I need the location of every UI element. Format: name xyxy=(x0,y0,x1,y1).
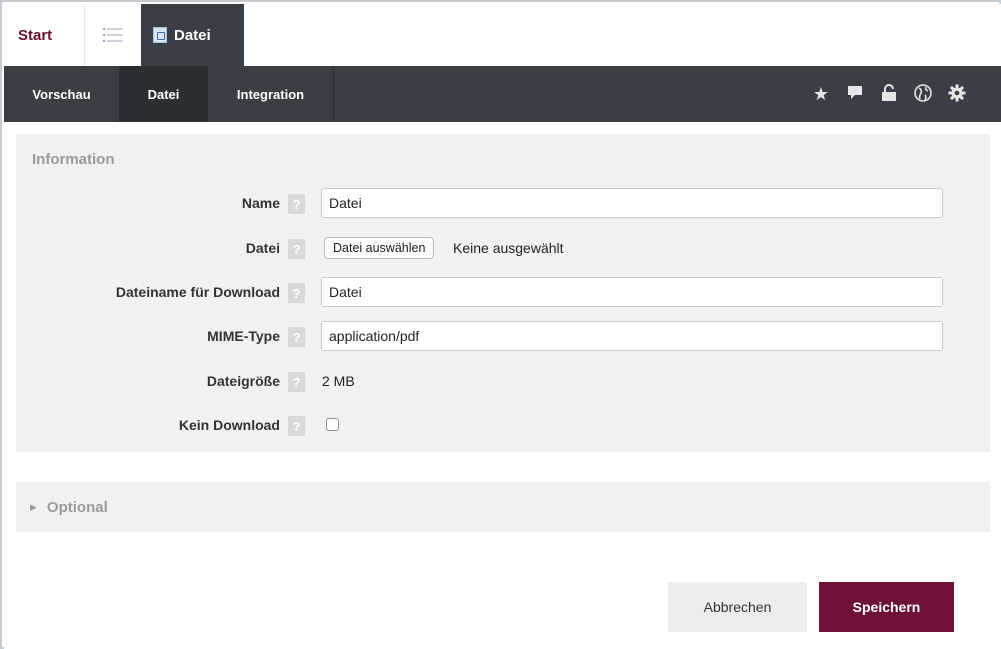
tab-start[interactable]: Start xyxy=(4,4,84,66)
mime-type-input[interactable] xyxy=(321,321,943,351)
download-name-input[interactable] xyxy=(321,277,943,307)
help-icon[interactable]: ? xyxy=(288,194,305,214)
no-download-checkbox[interactable] xyxy=(326,418,339,431)
nav-tab-datei-label: Datei xyxy=(147,86,180,102)
choose-file-button[interactable]: Datei auswählen xyxy=(324,237,435,259)
file-size-label: Dateigröße xyxy=(206,373,280,389)
nav-tab-integration-label: Integration xyxy=(236,86,305,102)
help-icon[interactable]: ? xyxy=(288,239,305,259)
app-frame: Start Datei Vorschau Datei Integration ★… xyxy=(0,0,1001,649)
tab-datei-label: Datei xyxy=(174,26,211,44)
help-icon[interactable]: ? xyxy=(288,416,305,436)
optional-label: Optional xyxy=(46,498,108,516)
help-icon[interactable]: ? xyxy=(288,372,305,392)
row-name: Name ? xyxy=(16,188,990,218)
save-button[interactable]: Speichern xyxy=(819,582,954,632)
nav-tab-vorschau[interactable]: Vorschau xyxy=(4,66,120,122)
cancel-button[interactable]: Abbrechen xyxy=(668,582,807,632)
main-content: Information Name ? Datei ? Datei auswähl… xyxy=(4,122,1001,649)
information-title: Information xyxy=(32,151,115,168)
nav-tab-integration[interactable]: Integration xyxy=(208,66,334,122)
file-label: Datei xyxy=(245,240,280,256)
help-icon[interactable]: ? xyxy=(288,283,305,303)
pdf-file-icon xyxy=(153,27,167,43)
mime-type-label: MIME-Type xyxy=(207,328,280,344)
tab-start-label: Start xyxy=(18,26,53,44)
row-mime-type: MIME-Type ? xyxy=(16,321,990,351)
caret-right-icon: ▶ xyxy=(30,501,37,512)
information-panel: Information Name ? Datei ? Datei auswähl… xyxy=(16,134,990,452)
globe-icon[interactable] xyxy=(913,83,933,105)
row-download-name: Dateiname für Download ? xyxy=(16,277,990,307)
file-size-value: 2 MB xyxy=(322,373,355,389)
nav-icon-group: ★ xyxy=(811,66,967,122)
section-navbar: Vorschau Datei Integration ★ xyxy=(4,66,1001,122)
download-name-label: Dateiname für Download xyxy=(115,284,280,300)
file-status-text: Keine ausgewählt xyxy=(453,240,564,256)
name-label: Name xyxy=(241,195,280,211)
name-input[interactable] xyxy=(321,188,943,218)
unlock-icon[interactable] xyxy=(879,83,899,105)
comment-icon[interactable] xyxy=(845,85,865,104)
row-file-size: Dateigröße ? 2 MB xyxy=(16,366,990,396)
gear-icon[interactable] xyxy=(947,84,967,105)
list-icon xyxy=(102,28,123,42)
help-icon[interactable]: ? xyxy=(288,327,305,347)
star-icon[interactable]: ★ xyxy=(811,85,831,103)
tab-list-view[interactable] xyxy=(84,4,140,66)
top-tab-bar: Start Datei xyxy=(4,4,1001,66)
tab-datei[interactable]: Datei xyxy=(141,4,244,66)
optional-section-toggle[interactable]: ▶ Optional xyxy=(16,482,990,532)
no-download-label: Kein Download xyxy=(178,417,280,433)
row-file: Datei ? Datei auswählen Keine ausgewählt xyxy=(16,233,990,263)
nav-tab-vorschau-label: Vorschau xyxy=(32,86,91,102)
nav-tab-datei[interactable]: Datei xyxy=(120,66,208,122)
row-no-download: Kein Download ? xyxy=(16,410,990,440)
